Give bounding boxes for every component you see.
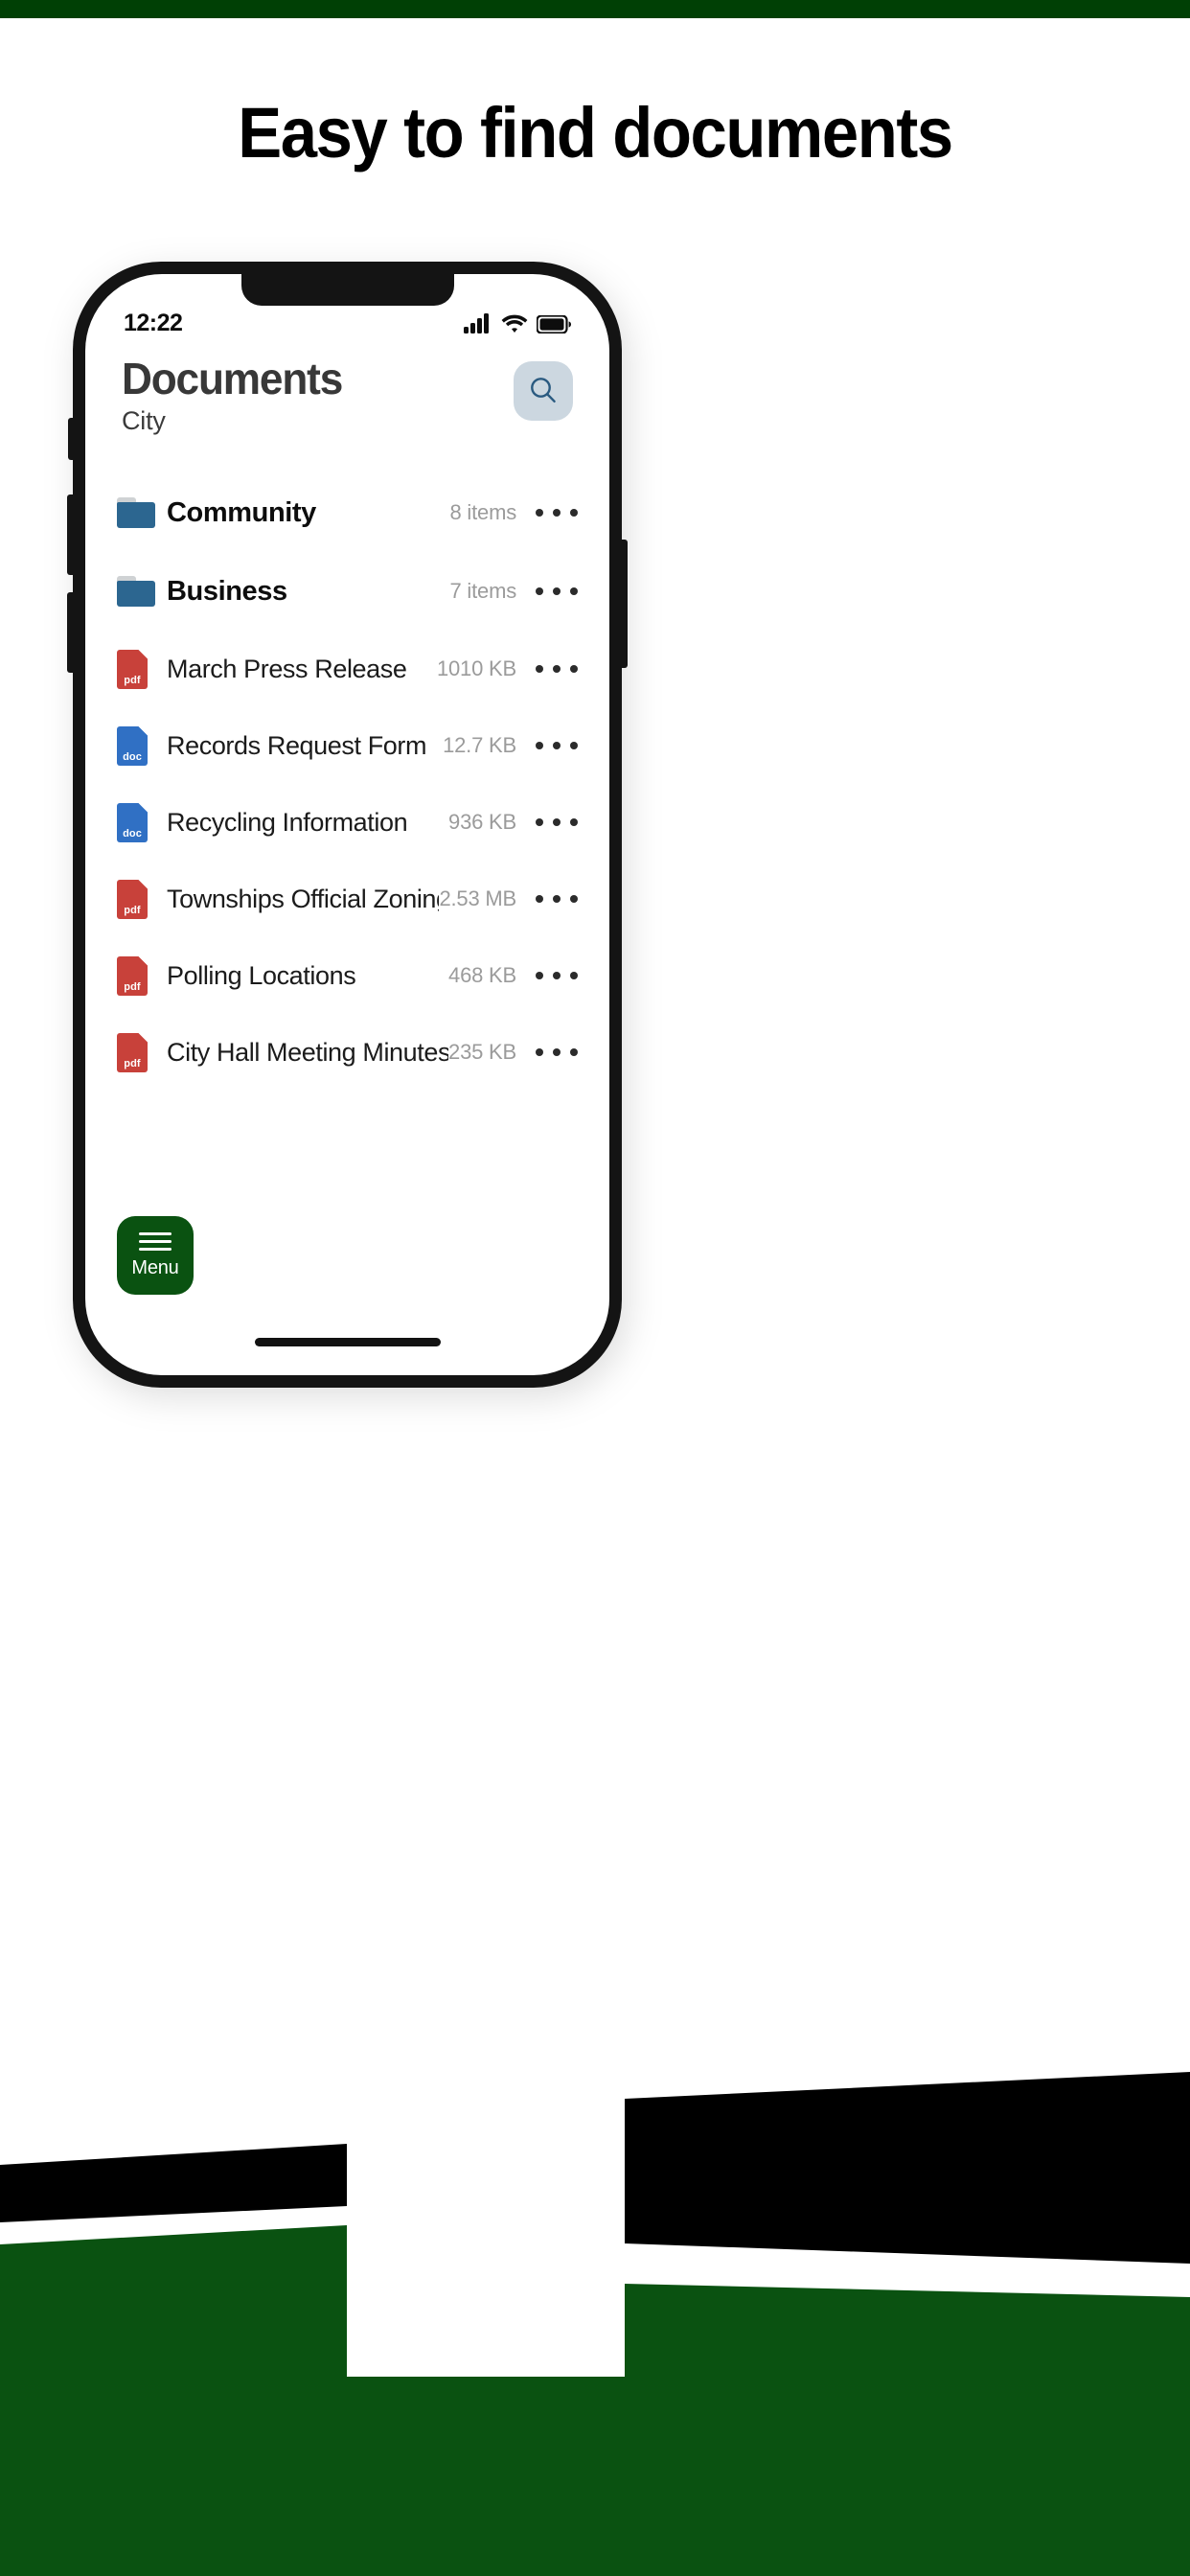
status-time: 12:22 [124, 309, 183, 336]
item-name: Townships Official Zoning Map [167, 884, 439, 913]
menu-button[interactable]: Menu [117, 1216, 194, 1295]
promo-headline: Easy to find documents [238, 93, 953, 172]
item-name: Community [167, 496, 316, 528]
file-ext-label: pdf [124, 674, 141, 686]
row-spacer [117, 698, 578, 717]
menu-button-label: Menu [131, 1256, 179, 1278]
file-ext-label: pdf [124, 980, 141, 993]
item-name: Recycling Information [167, 807, 408, 837]
wifi-icon [501, 314, 528, 333]
icon-cell: pdf [117, 649, 167, 689]
item-meta: 2.53 MB [439, 886, 516, 910]
more-options-icon[interactable] [536, 509, 578, 517]
item-meta: 7 items [449, 579, 516, 603]
list-item[interactable]: pdf Townships Official Zoning Map 2.53 M… [117, 870, 578, 928]
item-name: Business [167, 575, 287, 607]
search-button[interactable] [514, 361, 573, 421]
item-meta: 468 KB [448, 963, 516, 987]
icon-cell: doc [117, 725, 167, 766]
folder-icon [117, 576, 155, 607]
item-meta: 12.7 KB [443, 733, 516, 757]
item-name: March Press Release [167, 654, 407, 683]
search-icon [531, 378, 556, 402]
more-options-icon[interactable] [536, 665, 578, 673]
row-spacer [117, 928, 578, 947]
silent-switch-button[interactable] [68, 418, 75, 460]
status-bar: 12:22 [85, 309, 609, 337]
row-spacer [117, 542, 578, 562]
doc-file-icon: doc [117, 725, 148, 766]
title-block: Documents City [122, 349, 352, 436]
pdf-file-icon: pdf [117, 649, 148, 689]
page-subtitle: City [122, 406, 166, 436]
home-indicator[interactable] [254, 1338, 441, 1346]
document-list: Community 8 items Business 7 items pdf M… [85, 483, 609, 1081]
item-name: Polling Locations [167, 960, 356, 990]
app-header: Documents City [85, 349, 609, 436]
volume-up-button[interactable] [67, 494, 75, 575]
item-meta: 1010 KB [436, 656, 516, 680]
item-name: Records Request Form [167, 730, 427, 760]
page-title: Documents [122, 354, 343, 403]
phone-mockup: 12:22 Documents City Community 8 items B… [67, 262, 628, 1397]
list-item[interactable]: doc Recycling Information 936 KB [117, 794, 578, 851]
more-options-icon[interactable] [536, 742, 578, 749]
list-item[interactable]: pdf Polling Locations 468 KB [117, 947, 578, 1004]
icon-cell [117, 576, 167, 607]
list-item[interactable]: doc Records Request Form 12.7 KB [117, 717, 578, 774]
item-meta: 235 KB [448, 1040, 516, 1064]
pdf-file-icon: pdf [117, 879, 148, 919]
file-ext-label: pdf [124, 904, 141, 916]
battery-full-icon [537, 314, 571, 334]
list-item[interactable]: pdf City Hall Meeting Minutes 235 KB [117, 1024, 578, 1081]
icon-cell: pdf [117, 879, 167, 919]
power-button[interactable] [620, 540, 628, 668]
pdf-file-icon: pdf [117, 955, 148, 996]
doc-file-icon: doc [117, 802, 148, 842]
item-meta: 936 KB [448, 810, 516, 834]
more-options-icon[interactable] [536, 818, 578, 826]
item-meta: 8 items [449, 500, 516, 524]
row-spacer [117, 851, 578, 870]
folder-icon [117, 497, 155, 528]
more-options-icon[interactable] [536, 972, 578, 979]
status-icons [464, 312, 571, 334]
file-ext-label: pdf [124, 1057, 141, 1070]
volume-down-button[interactable] [67, 592, 75, 673]
icon-cell: pdf [117, 955, 167, 996]
hamburger-menu-icon [139, 1231, 172, 1251]
cellular-signal-icon [464, 312, 489, 334]
more-options-icon[interactable] [536, 587, 578, 595]
phone-frame: 12:22 Documents City Community 8 items B… [67, 262, 628, 1388]
row-spacer [117, 1004, 578, 1024]
pdf-file-icon: pdf [117, 1032, 148, 1072]
more-options-icon[interactable] [536, 895, 578, 903]
list-item[interactable]: Business 7 items [117, 562, 578, 621]
file-ext-label: doc [123, 827, 142, 840]
row-spacer [117, 621, 578, 640]
phone-notch [240, 274, 454, 306]
icon-cell: pdf [117, 1032, 167, 1072]
row-spacer [117, 774, 578, 794]
item-name: City Hall Meeting Minutes [167, 1037, 449, 1067]
file-ext-label: doc [123, 750, 142, 763]
phone-screen: 12:22 Documents City Community 8 items B… [85, 274, 609, 1375]
more-options-icon[interactable] [536, 1048, 578, 1056]
icon-cell: doc [117, 802, 167, 842]
list-item[interactable]: pdf March Press Release 1010 KB [117, 640, 578, 698]
list-item[interactable]: Community 8 items [117, 483, 578, 542]
icon-cell [117, 497, 167, 528]
